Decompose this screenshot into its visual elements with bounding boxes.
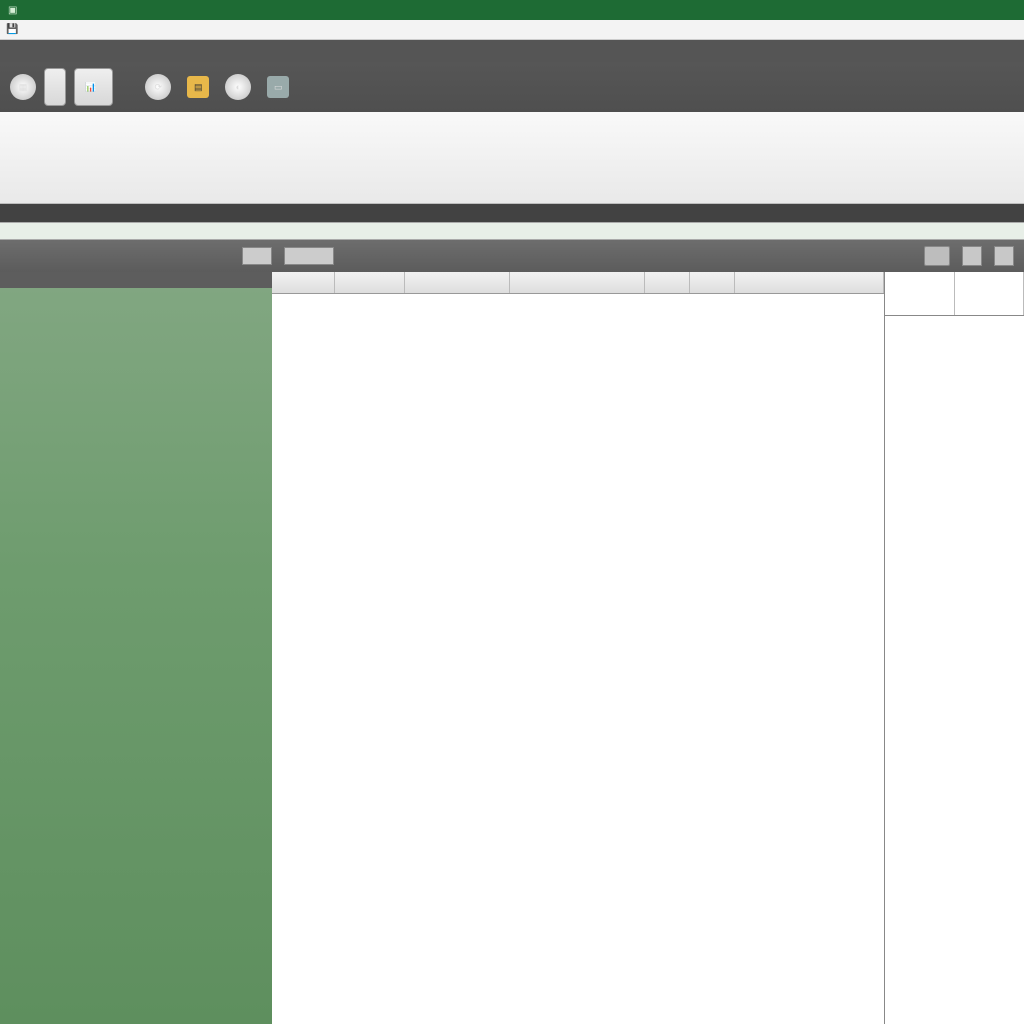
regenerate-button[interactable] bbox=[924, 246, 950, 266]
full-recalc-button[interactable]: 📊 bbox=[74, 68, 113, 106]
ribbon-tab-strip bbox=[0, 40, 1024, 62]
run-icon[interactable]: ▦ bbox=[10, 74, 36, 100]
name-box[interactable] bbox=[242, 247, 272, 265]
scenario-icon[interactable]: ◐ bbox=[225, 74, 251, 100]
addon-ribbon: ▦ 📊 ⟳ ▤ ◐ ▭ bbox=[0, 62, 1024, 112]
value-columns bbox=[884, 272, 1024, 1024]
title-bar: ▣ bbox=[0, 0, 1024, 20]
close-panel-button[interactable] bbox=[994, 246, 1014, 266]
col-header[interactable] bbox=[510, 272, 645, 293]
formula-field[interactable] bbox=[284, 247, 334, 265]
main-ribbon bbox=[0, 112, 1024, 204]
sheet-tab-strip bbox=[0, 222, 1024, 240]
subheader-bar bbox=[0, 240, 1024, 272]
col-header[interactable] bbox=[335, 272, 405, 293]
assumptions-panel-header bbox=[0, 272, 272, 288]
col-header[interactable] bbox=[272, 272, 335, 293]
col-header[interactable] bbox=[690, 272, 735, 293]
calc-icon: 📊 bbox=[85, 82, 96, 93]
context-strip-a bbox=[0, 204, 1024, 222]
qat-save-icon[interactable]: 💾 bbox=[6, 24, 18, 35]
value-col-header[interactable] bbox=[955, 272, 1024, 315]
col-header[interactable] bbox=[405, 272, 510, 293]
quick-access-toolbar: 💾 bbox=[0, 20, 1024, 40]
validation-icon[interactable]: ▭ bbox=[267, 76, 289, 98]
col-header[interactable] bbox=[645, 272, 690, 293]
work-area bbox=[0, 272, 1024, 1024]
schedule-icon[interactable]: ▤ bbox=[187, 76, 209, 98]
column-headers bbox=[272, 272, 884, 294]
excel-icon: ▣ bbox=[8, 5, 17, 16]
run-scheduled-button[interactable] bbox=[44, 68, 66, 106]
spreadsheet-grid[interactable] bbox=[272, 272, 1024, 1024]
col-header[interactable] bbox=[735, 272, 884, 293]
assumptions-panel bbox=[0, 272, 272, 1024]
options-button[interactable] bbox=[962, 246, 982, 266]
value-col-header[interactable] bbox=[885, 272, 955, 315]
refresh-icon[interactable]: ⟳ bbox=[145, 74, 171, 100]
